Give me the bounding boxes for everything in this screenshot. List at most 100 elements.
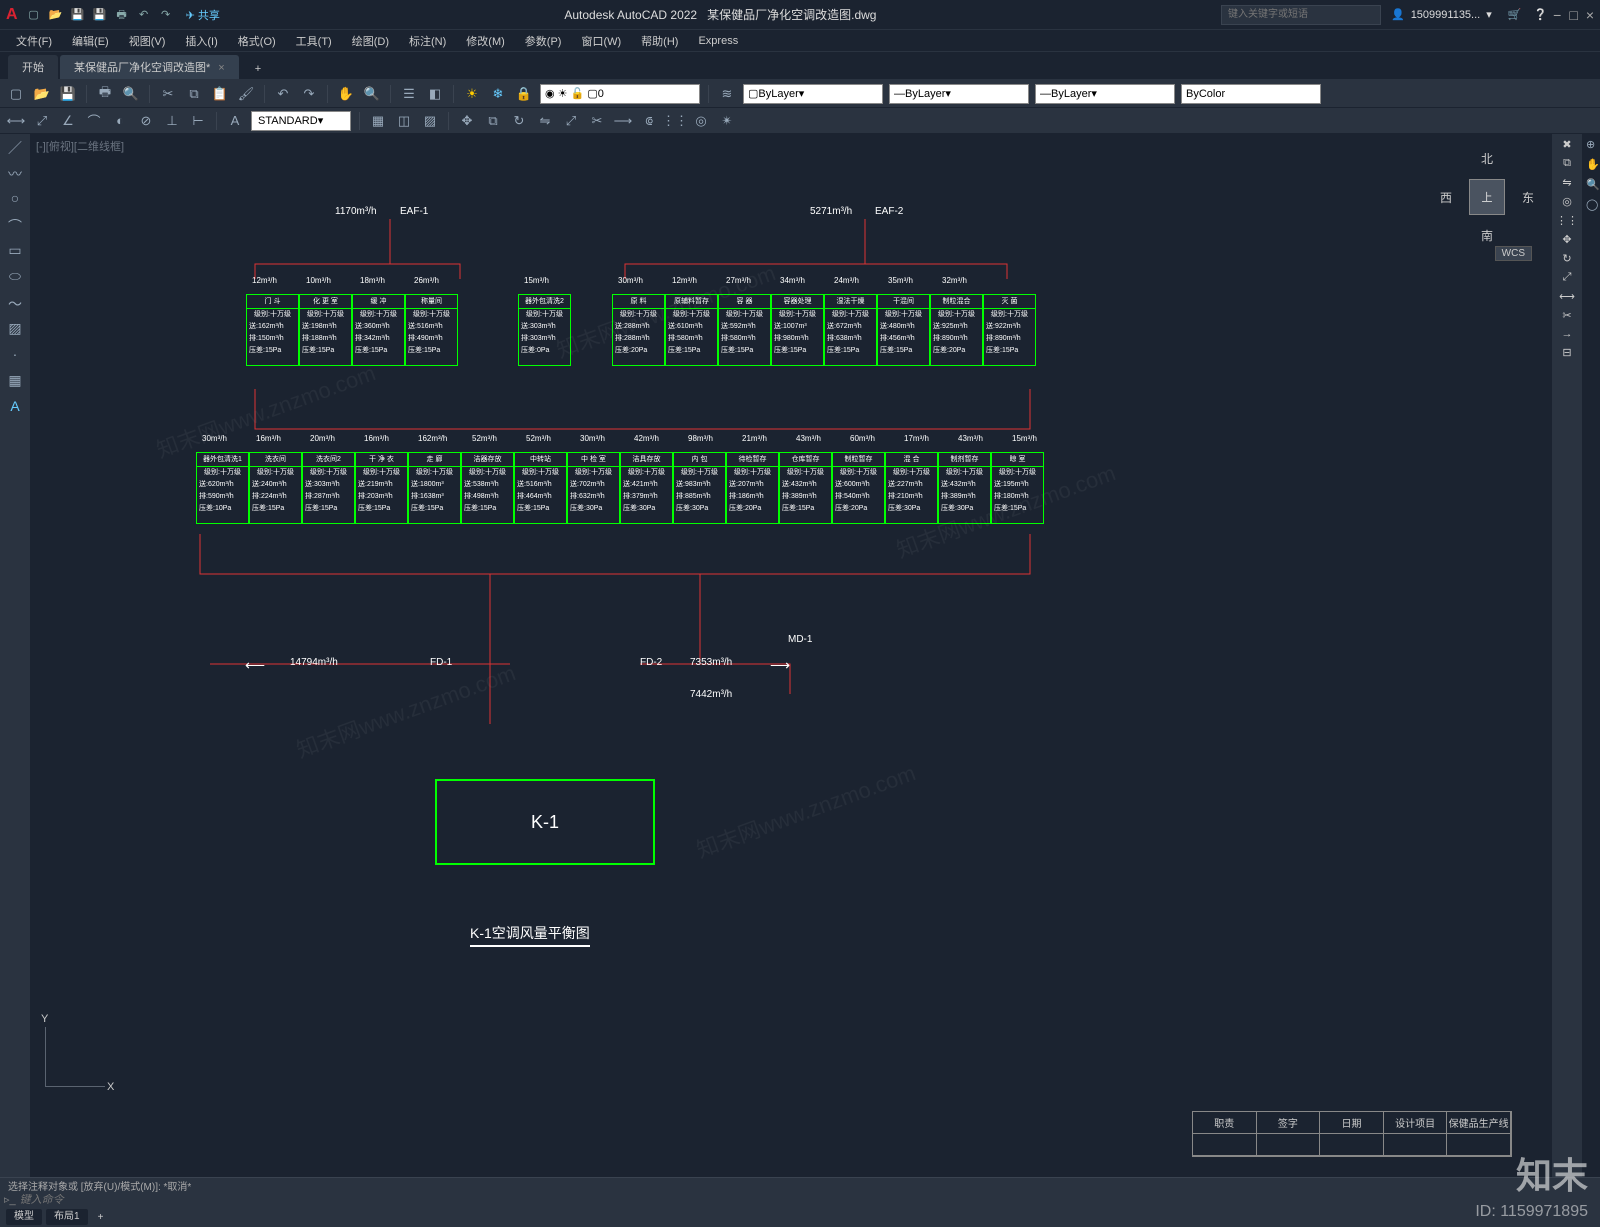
tab-close-icon[interactable]: × (218, 62, 224, 74)
layerstate-icon[interactable]: ◧ (425, 84, 445, 104)
dim-angular-icon[interactable]: ∠ (58, 111, 78, 131)
copy-icon[interactable]: ⧉ (1563, 157, 1571, 170)
circle-icon[interactable]: ○ (5, 190, 25, 210)
viewcube-west[interactable]: 西 (1440, 189, 1452, 206)
menu-edit[interactable]: 编辑(E) (64, 33, 117, 49)
menu-format[interactable]: 格式(O) (230, 33, 284, 49)
freeze-icon[interactable]: ❄ (488, 84, 508, 104)
menu-draw[interactable]: 绘图(D) (344, 33, 397, 49)
sun-icon[interactable]: ☀ (462, 84, 482, 104)
saveas-icon[interactable]: 💾 (92, 7, 108, 23)
linetype-dropdown[interactable]: — ByLayer ▾ (889, 84, 1029, 104)
model-tab[interactable]: 模型 (6, 1209, 42, 1225)
orbit-icon[interactable]: ◯ (1586, 198, 1598, 210)
menu-file[interactable]: 文件(F) (8, 33, 60, 49)
new-icon[interactable]: ▢ (26, 7, 42, 23)
close-button[interactable]: × (1586, 7, 1594, 23)
steering-icon[interactable]: ⊕ (1586, 138, 1598, 150)
share-button[interactable]: ✈ 共享 (186, 7, 220, 23)
paste-icon[interactable]: 📋 (210, 84, 230, 104)
copy-icon[interactable]: ⧉ (184, 84, 204, 104)
color-dropdown[interactable]: ▢ ByLayer ▾ (743, 84, 883, 104)
zoom-icon[interactable]: 🔍 (1586, 178, 1598, 190)
account-menu[interactable]: 👤 1509991135... ▾ (1391, 8, 1492, 21)
line-icon[interactable]: ／ (5, 138, 25, 158)
fillet-icon[interactable]: ⟃ (639, 111, 659, 131)
rotate-icon[interactable]: ↻ (1562, 252, 1571, 265)
region-icon[interactable]: ▦ (5, 372, 25, 392)
offset-icon[interactable]: ◎ (691, 111, 711, 131)
undo-icon[interactable]: ↶ (273, 84, 293, 104)
new-icon[interactable]: ▢ (6, 84, 26, 104)
trim-icon[interactable]: ✂ (1562, 309, 1571, 322)
menu-parametric[interactable]: 参数(P) (517, 33, 570, 49)
move-icon[interactable]: ✥ (457, 111, 477, 131)
cart-icon[interactable]: 🛒 (1508, 8, 1522, 21)
menu-tools[interactable]: 工具(T) (288, 33, 340, 49)
save-icon[interactable]: 💾 (70, 7, 86, 23)
plotstyle-dropdown[interactable]: ByColor (1181, 84, 1321, 104)
menu-dimension[interactable]: 标注(N) (401, 33, 454, 49)
plot-icon[interactable]: 🖶 (114, 7, 130, 23)
pan-icon[interactable]: ✋ (1586, 158, 1598, 170)
pan-icon[interactable]: ✋ (336, 84, 356, 104)
tab-document[interactable]: 某保健品厂净化空调改造图*× (60, 55, 239, 79)
preview-icon[interactable]: 🔍 (121, 84, 141, 104)
open-icon[interactable]: 📂 (48, 7, 64, 23)
viewcube-south[interactable]: 南 (1481, 227, 1493, 244)
trim-icon[interactable]: ✂ (587, 111, 607, 131)
pline-icon[interactable]: 〰 (5, 164, 25, 184)
help-search[interactable] (1221, 5, 1381, 25)
undo-icon[interactable]: ↶ (136, 7, 152, 23)
layer-dropdown[interactable]: ◉ ☀ 🔓 ▢ 0 (540, 84, 700, 104)
save-icon[interactable]: 💾 (58, 84, 78, 104)
scale-icon[interactable]: ⤢ (561, 111, 581, 131)
command-input[interactable] (20, 1194, 1596, 1206)
scale-icon[interactable]: ⤢ (1563, 271, 1572, 284)
rect-icon[interactable]: ▭ (5, 242, 25, 262)
stretch-icon[interactable]: ⟷ (1559, 290, 1575, 303)
minimize-button[interactable]: − (1553, 7, 1561, 23)
drawing-canvas[interactable]: [-][俯视][二维线框] 上 北 南 东 西 WCS 1170m³/h EAF… (30, 134, 1552, 1177)
hatch-icon[interactable]: ▨ (5, 320, 25, 340)
menu-window[interactable]: 窗口(W) (573, 33, 629, 49)
dim-arc-icon[interactable]: ⌒ (84, 111, 104, 131)
hatch-icon[interactable]: ▨ (420, 111, 440, 131)
offset-icon[interactable]: ◎ (1562, 195, 1572, 208)
point-icon[interactable]: · (5, 346, 25, 366)
plot-icon[interactable]: 🖶 (95, 84, 115, 104)
open-icon[interactable]: 📂 (32, 84, 52, 104)
dim-ord-icon[interactable]: ⊥ (162, 111, 182, 131)
mirror-icon[interactable]: ⇋ (535, 111, 555, 131)
mirror-icon[interactable]: ⇋ (1562, 176, 1571, 189)
layermatch-icon[interactable]: ≋ (717, 84, 737, 104)
match-icon[interactable]: 🖌 (236, 84, 256, 104)
viewport-label[interactable]: [-][俯视][二维线框] (36, 138, 124, 154)
menu-view[interactable]: 视图(V) (121, 33, 174, 49)
viewcube-top[interactable]: 上 (1469, 179, 1505, 215)
lock-icon[interactable]: 🔒 (514, 84, 534, 104)
move-icon[interactable]: ✥ (1562, 233, 1571, 246)
cut-icon[interactable]: ✂ (158, 84, 178, 104)
layout-tab[interactable]: 布局1 (46, 1209, 88, 1225)
extend-icon[interactable]: ⟶ (613, 111, 633, 131)
dim-linear-icon[interactable]: ⟷ (6, 111, 26, 131)
dim-cont-icon[interactable]: ⊢ (188, 111, 208, 131)
menu-express[interactable]: Express (690, 35, 746, 47)
text-icon[interactable]: A (5, 398, 25, 418)
extend-icon[interactable]: → (1562, 328, 1573, 340)
help-icon[interactable]: ❔ (1533, 8, 1547, 21)
dim-aligned-icon[interactable]: ⤢ (32, 111, 52, 131)
zoom-icon[interactable]: 🔍 (362, 84, 382, 104)
menu-insert[interactable]: 插入(I) (177, 33, 225, 49)
wcs-label[interactable]: WCS (1495, 246, 1532, 261)
add-layout-icon[interactable]: + (98, 1212, 104, 1223)
array-icon[interactable]: ⋮⋮ (1556, 214, 1578, 227)
spline-icon[interactable]: 〜 (5, 294, 25, 314)
textstyle-dropdown[interactable]: STANDARD ▾ (251, 111, 351, 131)
menu-modify[interactable]: 修改(M) (458, 33, 513, 49)
viewcube-north[interactable]: 北 (1481, 150, 1493, 167)
lineweight-dropdown[interactable]: — ByLayer ▾ (1035, 84, 1175, 104)
redo-icon[interactable]: ↷ (299, 84, 319, 104)
tab-new[interactable]: + (241, 59, 269, 79)
